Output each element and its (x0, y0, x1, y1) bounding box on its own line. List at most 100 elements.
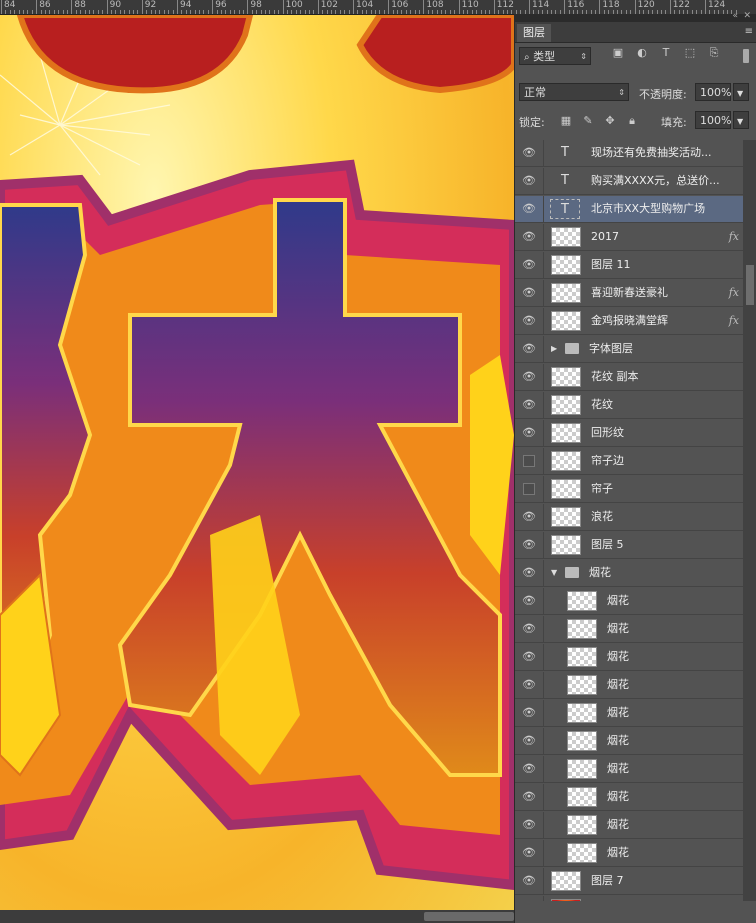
eye-icon[interactable]: 👁︎ (515, 756, 544, 782)
fill-dropdown[interactable]: ▼ (733, 111, 749, 129)
layer-name: 烟花 (607, 762, 629, 775)
layer-row[interactable]: 👁︎ 金鸡报晓满堂辉 fx (515, 308, 743, 335)
layer-row[interactable]: 👁︎ T 购买满XXXX元，总送价... (515, 168, 743, 195)
eye-icon[interactable]: 👁︎ (515, 784, 544, 810)
lock-position-icon[interactable]: ✥ (603, 114, 617, 128)
eye-icon[interactable]: 👁︎ (515, 168, 544, 194)
collapse-icon[interactable]: « (732, 11, 738, 21)
lock-paint-icon[interactable]: ✎ (581, 114, 595, 128)
filter-toggle[interactable] (743, 49, 749, 63)
filter-type-icon[interactable]: T (659, 46, 673, 60)
visibility-off-box[interactable] (515, 448, 544, 474)
blend-mode-select[interactable]: 正常 ⇕ (519, 83, 629, 101)
filter-pixel-icon[interactable]: ▣ (611, 46, 625, 60)
layer-row[interactable]: 👁︎ 烟花 (515, 588, 743, 615)
layer-row[interactable]: 👁︎ 烟花 (515, 672, 743, 699)
eye-icon[interactable]: 👁︎ (515, 392, 544, 418)
chevron-right-icon[interactable]: ▶ (551, 336, 557, 362)
layer-row[interactable]: 👁︎ 喜迎新春送豪礼 fx (515, 280, 743, 307)
layers-panel: 图层 ≡ ⌕ 类型 ⇕ ▣ ◐ T ⬚ ⎘ 正常 ⇕ 不透明度: 100% ▼ … (514, 22, 756, 923)
ruler-label: 96 (215, 0, 227, 10)
layer-row[interactable]: 👁︎ 回形纹 (515, 420, 743, 447)
lock-all-icon[interactable]: 🔒︎ (625, 114, 639, 128)
layer-row[interactable]: 👁︎ 烟花 (515, 700, 743, 727)
eye-icon[interactable]: 👁︎ (515, 700, 544, 726)
eye-icon[interactable]: 👁︎ (515, 812, 544, 838)
eye-icon[interactable]: 👁︎ (515, 532, 544, 558)
ruler-minor-tick (97, 10, 99, 14)
eye-icon[interactable]: 👁︎ (515, 252, 544, 278)
tab-layers[interactable]: 图层 (517, 24, 551, 42)
visibility-off-box[interactable] (515, 476, 544, 502)
layer-row[interactable]: 👁︎ 图层 11 (515, 252, 743, 279)
eye-icon[interactable]: 👁︎ (515, 644, 544, 670)
eye-icon[interactable]: 👁︎ (515, 280, 544, 306)
opacity-dropdown[interactable]: ▼ (733, 83, 749, 101)
layer-row[interactable]: 👁︎ 烟花 (515, 812, 743, 839)
filter-smartobject-icon[interactable]: ⎘ (707, 46, 721, 60)
layers-scroll-thumb[interactable] (746, 265, 754, 305)
layer-row[interactable]: 👁︎ 花纹 副本 (515, 364, 743, 391)
layer-row[interactable]: 👁︎ ▼ 烟花 (515, 560, 743, 587)
eye-icon[interactable]: 👁︎ (515, 616, 544, 642)
filter-kind-select[interactable]: ⌕ 类型 ⇕ (519, 47, 591, 65)
layer-name: 烟花 (607, 650, 629, 663)
layer-row[interactable]: 👁︎ ▶ 字体图层 (515, 336, 743, 363)
ruler-minor-tick (115, 10, 117, 14)
document-canvas[interactable] (0, 15, 514, 910)
layer-name: 图层 5 (591, 538, 624, 551)
eye-icon[interactable]: 👁︎ (515, 336, 544, 362)
close-panel-icon[interactable]: ✕ (743, 11, 751, 21)
layer-row[interactable]: 👁︎ 烟花 (515, 616, 743, 643)
layer-row[interactable]: 👁︎ 烟花 (515, 728, 743, 755)
eye-icon[interactable]: 👁︎ (515, 896, 544, 901)
eye-icon[interactable]: 👁︎ (515, 868, 544, 894)
filter-adjustment-icon[interactable]: ◐ (635, 46, 649, 60)
layer-row[interactable]: 👁︎ 2017 fx (515, 224, 743, 251)
layer-row[interactable]: 👁︎ T 北京市XX大型购物广场 (515, 196, 743, 223)
layer-row[interactable]: 👁︎ 花纹 (515, 392, 743, 419)
layer-thumbnail (551, 227, 581, 247)
ruler-minor-tick (155, 10, 156, 14)
eye-icon[interactable]: 👁︎ (515, 560, 544, 586)
layer-row[interactable]: 👁︎ 图层 3 (515, 896, 743, 901)
eye-icon[interactable]: 👁︎ (515, 308, 544, 334)
ruler-minor-tick (5, 10, 7, 14)
layer-row[interactable]: 👁︎ T 现场还有免费抽奖活动... (515, 140, 743, 167)
layer-row[interactable]: 👁︎ 烟花 (515, 784, 743, 811)
empty-visibility-box (523, 455, 535, 467)
eye-icon[interactable]: 👁︎ (515, 364, 544, 390)
layer-row[interactable]: 👁︎ 烟花 (515, 756, 743, 783)
layer-row[interactable]: 帘子边 (515, 448, 743, 475)
eye-icon[interactable]: 👁︎ (515, 224, 544, 250)
panel-menu-icon[interactable]: ≡ (745, 26, 753, 37)
horizontal-scroll-thumb[interactable] (424, 912, 514, 921)
eye-icon[interactable]: 👁︎ (515, 840, 544, 866)
opacity-input[interactable]: 100% (695, 83, 731, 101)
ruler-minor-tick (27, 10, 29, 14)
eye-icon[interactable]: 👁︎ (515, 196, 544, 222)
eye-icon[interactable]: 👁︎ (515, 728, 544, 754)
ruler-minor-tick (419, 10, 420, 14)
layer-row[interactable]: 👁︎ 图层 5 (515, 532, 743, 559)
lock-transparent-icon[interactable]: ▦ (559, 114, 573, 128)
eye-icon[interactable]: 👁︎ (515, 588, 544, 614)
layer-row[interactable]: 👁︎ 图层 7 (515, 868, 743, 895)
layer-row[interactable]: 👁︎ 浪花 (515, 504, 743, 531)
fx-icon[interactable]: fx (729, 308, 739, 334)
eye-icon[interactable]: 👁︎ (515, 672, 544, 698)
ruler-minor-tick (199, 10, 200, 14)
eye-icon[interactable]: 👁︎ (515, 140, 544, 166)
chevron-down-icon[interactable]: ▼ (551, 560, 557, 586)
filter-shape-icon[interactable]: ⬚ (683, 46, 697, 60)
horizontal-scrollbar[interactable] (0, 910, 514, 923)
fx-icon[interactable]: fx (729, 280, 739, 306)
layers-scrollbar[interactable] (743, 140, 756, 901)
fill-input[interactable]: 100% (695, 111, 731, 129)
fx-icon[interactable]: fx (729, 224, 739, 250)
layer-row[interactable]: 👁︎ 烟花 (515, 644, 743, 671)
eye-icon[interactable]: 👁︎ (515, 504, 544, 530)
layer-row[interactable]: 👁︎ 烟花 (515, 840, 743, 867)
layer-row[interactable]: 帘子 (515, 476, 743, 503)
eye-icon[interactable]: 👁︎ (515, 420, 544, 446)
